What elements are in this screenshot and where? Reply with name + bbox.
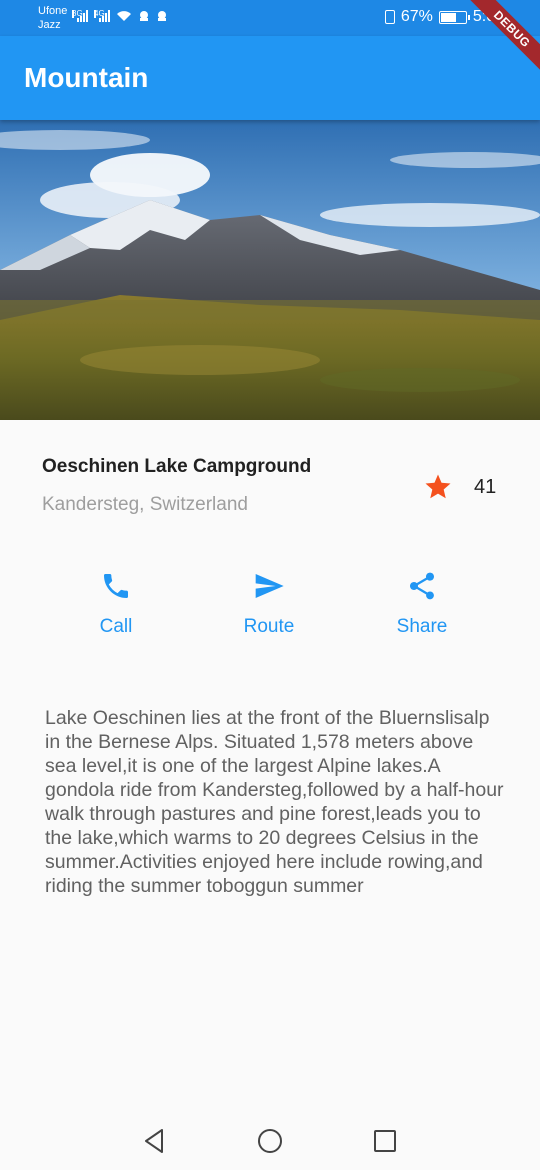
title-section: Oeschinen Lake Campground Kandersteg, Sw… <box>0 420 540 540</box>
share-icon <box>410 572 434 600</box>
call-button[interactable]: Call <box>56 560 176 656</box>
share-button[interactable]: Share <box>362 560 482 656</box>
home-circle-icon[interactable] <box>255 1126 285 1156</box>
carrier-labels: Ufone Jazz <box>38 4 67 32</box>
back-triangle-icon[interactable] <box>140 1126 170 1156</box>
battery-icon <box>438 10 470 24</box>
rating-count: 41 <box>474 476 497 498</box>
carrier-1: Ufone <box>38 5 68 17</box>
app-bar-title: Mountain <box>24 62 149 93</box>
mountain-image <box>0 120 540 420</box>
battery-percent: 67% <box>400 8 433 25</box>
send-icon <box>255 574 284 598</box>
notification-icon-2 <box>158 11 166 21</box>
share-label: Share <box>396 616 448 637</box>
vibrate-icon <box>384 10 395 24</box>
route-label: Route <box>243 616 295 637</box>
carrier-2: Jazz <box>38 19 61 31</box>
call-label: Call <box>99 616 133 637</box>
recent-square-icon[interactable] <box>370 1126 400 1156</box>
phone-icon <box>104 574 128 598</box>
star-icon[interactable] <box>423 472 453 502</box>
signal-icon-1: 3G <box>72 10 88 22</box>
signal-icon-2: 4G <box>94 10 110 22</box>
place-name: Oeschinen Lake Campground <box>42 456 312 477</box>
route-button[interactable]: Route <box>209 560 329 656</box>
place-location: Kandersteg, Switzerland <box>42 494 248 515</box>
app-bar: Mountain <box>0 36 540 120</box>
notification-icon <box>140 11 148 21</box>
description-text: Lake Oeschinen lies at the front of the … <box>45 707 504 897</box>
status-icons-left: 3G 4G <box>72 10 168 22</box>
system-nav-bar <box>0 1112 540 1170</box>
status-bar: Ufone Jazz 3G 4G 67% 5:00 <box>0 0 540 36</box>
wifi-icon <box>117 11 131 21</box>
action-buttons: Call Route Share <box>0 560 540 660</box>
